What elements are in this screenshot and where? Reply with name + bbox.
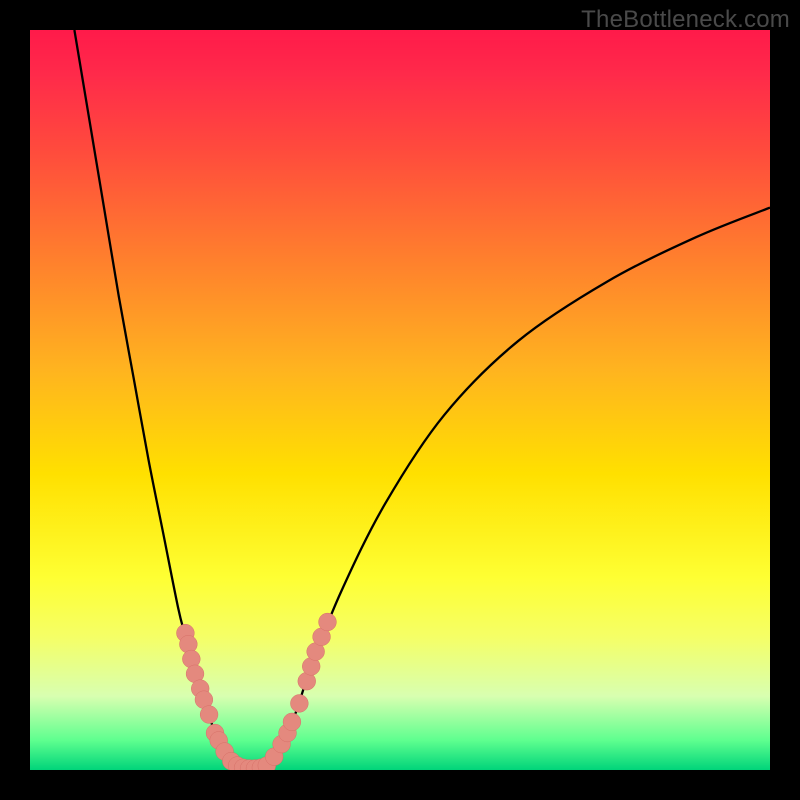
data-marker [283, 713, 301, 731]
chart-frame: TheBottleneck.com [0, 0, 800, 800]
plot-area [30, 30, 770, 770]
bottleneck-curve [74, 30, 770, 769]
chart-svg [30, 30, 770, 770]
watermark-text: TheBottleneck.com [581, 6, 790, 34]
data-marker [200, 706, 218, 724]
curve-group [74, 30, 770, 769]
marker-group [177, 613, 337, 770]
data-marker [319, 613, 337, 631]
data-marker [290, 695, 308, 713]
